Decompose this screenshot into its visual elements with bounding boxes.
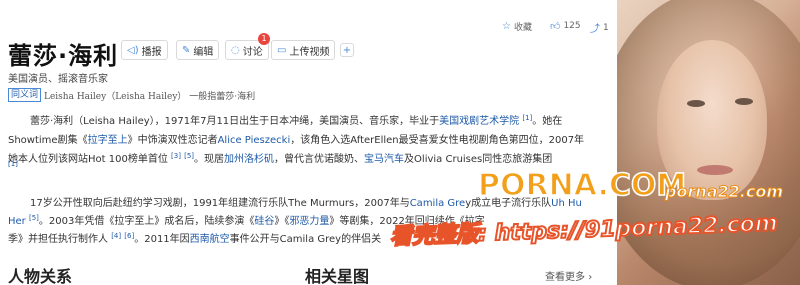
view-more-link[interactable]: 查看更多 › [545,268,592,283]
synonym-name: Leisha Hailey（Leisha Hailey） [44,92,187,102]
person-photo[interactable] [617,0,800,285]
link-l-word[interactable]: 拉字至上 [88,135,128,146]
para1-line2: Showtime剧集《拉字至上》中饰演双性恋记者Alice Pieszecki，… [8,131,584,146]
broadcast-label: 播报 [141,46,162,58]
text: 她本人位列该网站Hot 100榜单首位 [8,154,168,165]
favorite-button[interactable]: ☆ 收藏 [502,20,532,33]
chat-icon: ◌ [231,44,240,56]
share-icon: ⤴ [590,24,600,35]
ref-1b[interactable]: [1] [8,160,18,168]
subtitle-description: 美国演员、摇滚音乐家 [8,74,108,85]
like-count: 125 [563,21,581,31]
favorite-label: 收藏 [513,23,532,33]
para2-line3: 季》并担任执行制作人 [4] [6]。2011年因西南航空事件公开与Camila… [8,230,381,245]
link-southwest[interactable]: 西南航空 [190,234,230,245]
text: 。现居 [194,154,225,165]
link-la[interactable]: 加州洛杉矶 [224,154,274,165]
synonym-text: Leisha Hailey（Leisha Hailey） 一般指蕾莎·海利 [44,89,255,102]
text: 。2011年因 [134,234,190,245]
ref-4[interactable]: [4] [111,232,121,240]
chevron-right-icon: › [588,272,593,283]
link-alice[interactable]: Alice Pieszecki [218,135,291,146]
link-supernatural[interactable]: 邪恶力量 [289,216,329,227]
ref-5b[interactable]: [5] [29,214,39,222]
text: 》中饰演双性恋记者 [127,135,218,146]
photo-lips [697,165,733,175]
link-her[interactable]: Her [8,216,26,227]
edit-button[interactable]: ✎ 编辑 [176,40,220,60]
watermark-main: PORNA.COM [477,167,687,204]
broadcast-button[interactable]: ◁) 播报 [121,40,168,60]
ref-5[interactable]: [5] [184,152,194,160]
text: 。她在 [532,116,563,127]
text: 》《 [274,216,290,227]
ref-1[interactable]: [1] [522,114,532,122]
like-button[interactable]: 👍︎ 125 [550,20,581,32]
ref-6[interactable]: [6] [124,232,134,240]
plus-icon: + [342,44,352,56]
discuss-badge: 1 [258,33,270,45]
text: 及Olivia Cruises同性恋旅游集团 [404,154,553,165]
star-icon: ☆ [502,21,511,32]
edit-icon: ✎ [182,44,191,56]
section-stars: 相关星图 [305,267,370,285]
speaker-icon: ◁) [127,44,139,56]
text: 17岁公开性取向后赴纽约学习戏剧，1991年组建流行乐队The Murmurs，… [30,198,410,209]
thumbs-up-icon: 👍︎ [550,21,561,32]
photo-eye-left [687,100,705,107]
video-icon: ▭ [277,44,287,56]
link-bmw[interactable]: 宝马汽车 [364,154,404,165]
para1-line1: 蕾莎·海利（Leisha Hailey），1971年7月11日出生于日本冲绳，美… [30,112,562,127]
edit-label: 编辑 [193,46,214,58]
ref-3[interactable]: [3] [171,152,181,160]
text: 。2003年凭借《拉字至上》成名后，陆续参演《 [38,216,255,227]
text: ，曾代言优诺酸奶、 [274,154,365,165]
upload-video-label: 上传视频 [289,46,330,58]
para1-line4: [1] [8,160,18,173]
share-button[interactable]: ⤴ 1 [590,20,609,36]
synonym-rest: 一般指蕾莎·海利 [189,92,256,102]
text: Showtime剧集《 [8,135,88,146]
text: 季》并担任执行制作人 [8,234,108,245]
photo-eye-right [735,98,753,105]
discuss-label: 讨论 [242,46,263,58]
watermark-site: porna22.com [664,182,784,202]
link-school[interactable]: 美国戏剧艺术学院 [439,116,519,127]
link-camila[interactable]: Camila Gre [410,198,466,209]
text: 事件公开与Camila Grey的伴侣关 [229,234,382,245]
share-count: 1 [603,22,609,33]
para1-line3: 她本人位列该网站Hot 100榜单首位 [3] [5]。现居加州洛杉矶，曾代言优… [8,150,552,165]
add-button[interactable]: + [340,43,354,57]
synonym-tag[interactable]: 同义词 [8,88,42,102]
view-more-label: 查看更多 [545,272,585,283]
text: ，该角色入选AfterEllen最受喜爱女性电视剧角色第四位，2007年 [290,135,585,146]
link-silicon-valley[interactable]: 硅谷 [254,216,274,227]
page-title: 蕾莎·海利 [8,42,119,70]
section-relations: 人物关系 [8,267,73,285]
text: 蕾莎·海利（Leisha Hailey），1971年7月11日出生于日本冲绳，美… [30,116,440,127]
upload-video-button[interactable]: ▭ 上传视频 [271,40,336,60]
